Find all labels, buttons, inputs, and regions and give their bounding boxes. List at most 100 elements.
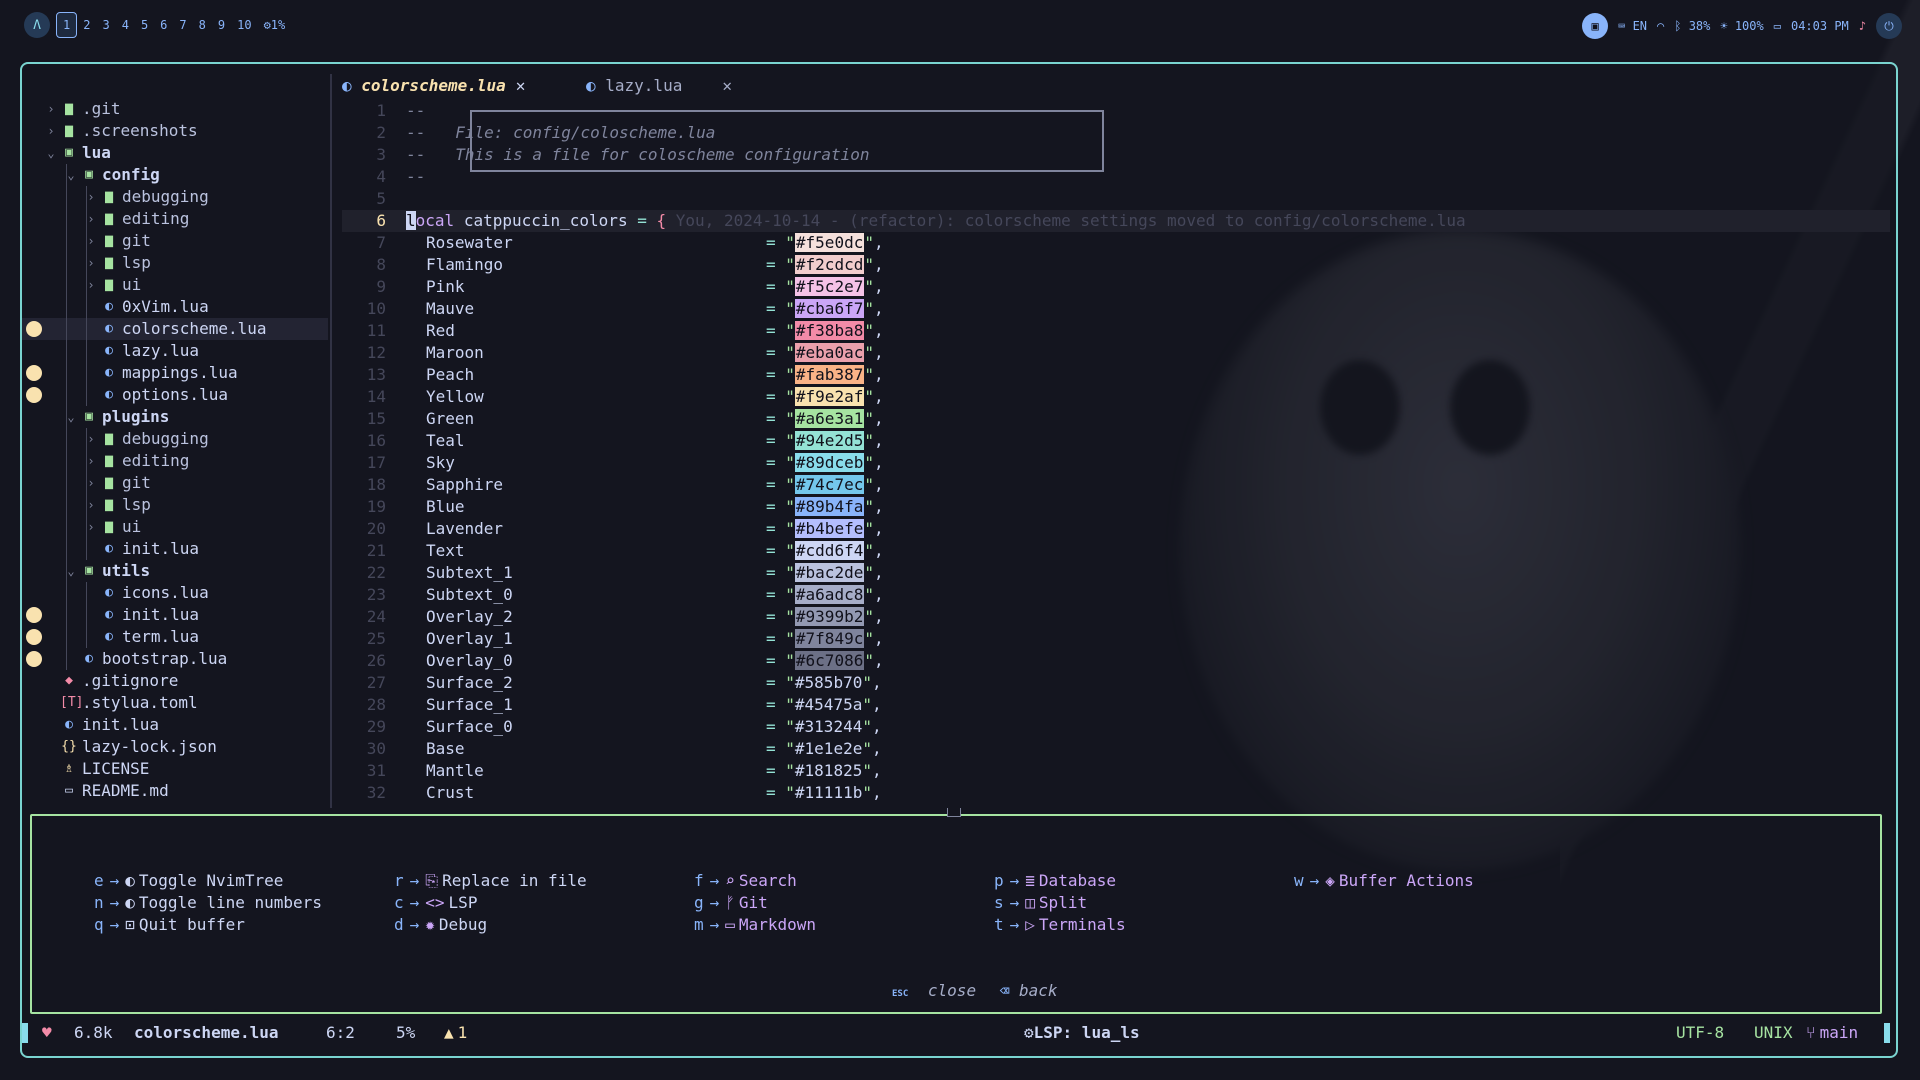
display-icon[interactable]: ▭ <box>1774 19 1781 33</box>
tab-colorscheme[interactable]: ◐ colorscheme.lua ✕ <box>342 74 525 98</box>
tree-file[interactable]: ♗ LICENSE <box>22 758 328 780</box>
tree-file[interactable]: ◐ 0xVim.lua <box>22 296 328 318</box>
which-key-item[interactable]: p → ≣ Database <box>994 870 1116 892</box>
tree-file[interactable]: ◐ options.lua <box>22 384 328 406</box>
chevron-down-icon[interactable]: ⌄ <box>64 406 78 428</box>
tree-folder[interactable]: › ▆ debugging <box>22 428 328 450</box>
tree-file[interactable]: ◐ colorscheme.lua <box>22 318 328 340</box>
tree-file[interactable]: ◐ lazy.lua <box>22 340 328 362</box>
tab-close-icon[interactable]: ✕ <box>516 76 526 95</box>
workspace-6[interactable]: 6 <box>154 13 173 37</box>
bluetooth-battery[interactable]: ᛒ 38% <box>1674 19 1710 33</box>
chevron-right-icon[interactable]: › <box>44 98 58 120</box>
which-key-item[interactable]: t → ▷ Terminals <box>994 914 1126 936</box>
tree-file[interactable]: ◐ bootstrap.lua <box>22 648 328 670</box>
tree-file[interactable]: {} lazy-lock.json <box>22 736 328 758</box>
chevron-right-icon[interactable]: › <box>44 120 58 142</box>
git-branch[interactable]: ⑂ main <box>1806 1020 1858 1046</box>
chevron-right-icon[interactable]: › <box>84 472 98 494</box>
tree-folder[interactable]: › ▆ lsp <box>22 252 328 274</box>
color-hex-value: #eba0ac <box>794 343 865 362</box>
diagnostics-warnings[interactable]: ▲ 1 <box>444 1020 467 1046</box>
which-key-item[interactable]: c → <> LSP <box>394 892 477 914</box>
chevron-down-icon[interactable]: ⌄ <box>64 164 78 186</box>
tree-folder[interactable]: › ▆ ui <box>22 274 328 296</box>
chevron-right-icon[interactable]: › <box>84 208 98 230</box>
tree-folder[interactable]: › ▆ git <box>22 472 328 494</box>
headphones-icon[interactable]: ◠ <box>1657 19 1664 33</box>
which-key-item[interactable]: r → ⎘ Replace in file <box>394 870 587 892</box>
tree-file[interactable]: ◐ init.lua <box>22 714 328 736</box>
chevron-right-icon[interactable]: › <box>84 516 98 538</box>
keyboard-layout[interactable]: ⌨ EN <box>1618 19 1647 33</box>
which-key-item[interactable]: s → ◫ Split <box>994 892 1087 914</box>
workspace-5[interactable]: 5 <box>135 13 154 37</box>
which-key-item[interactable]: f → ⌕ Search <box>694 870 797 892</box>
brightness[interactable]: ☀ 100% <box>1720 19 1763 33</box>
arrow-icon: → <box>1309 871 1320 890</box>
tree-file[interactable]: ▭ README.md <box>22 780 328 802</box>
workspace-1[interactable]: 1 <box>56 12 78 38</box>
tree-folder[interactable]: › ▆ .git <box>22 98 328 120</box>
power-icon[interactable]: ⏻ <box>1876 13 1902 39</box>
tree-folder[interactable]: ⌄ ▣ plugins <box>22 406 328 428</box>
tree-folder[interactable]: ⌄ ▣ lua <box>22 142 328 164</box>
clock[interactable]: 04:03 PM <box>1791 19 1849 33</box>
tree-folder[interactable]: › ▆ ui <box>22 516 328 538</box>
code-line: 14 Yellow = "#f9e2af", <box>366 387 884 406</box>
tree-folder[interactable]: › ▆ .screenshots <box>22 120 328 142</box>
chevron-down-icon[interactable]: ⌄ <box>44 142 58 164</box>
chevron-right-icon[interactable]: › <box>84 186 98 208</box>
tree-item-label: .git <box>82 99 121 118</box>
which-key-label: Markdown <box>738 915 816 934</box>
tree-file[interactable]: ◐ icons.lua <box>22 582 328 604</box>
which-key-item[interactable]: e → ◐ Toggle NvimTree <box>94 870 283 892</box>
workspace-10[interactable]: 10 <box>231 13 257 37</box>
chevron-down-icon[interactable]: ⌄ <box>64 560 78 582</box>
tab-lazy[interactable]: ◐ lazy.lua ✕ <box>586 74 732 98</box>
tree-file[interactable]: ◆ .gitignore <box>22 670 328 692</box>
tree-folder[interactable]: › ▆ git <box>22 230 328 252</box>
tree-folder[interactable]: › ▆ editing <box>22 450 328 472</box>
notification-bell-icon[interactable]: ♪ <box>1859 19 1866 33</box>
launcher-icon[interactable]: Λ <box>24 12 50 38</box>
chevron-right-icon[interactable]: › <box>84 494 98 516</box>
backspace-icon[interactable]: ⌫ <box>1000 981 1010 1000</box>
color-hex-value: #6c7086 <box>794 651 865 670</box>
esc-key-icon[interactable]: ESC <box>892 989 908 999</box>
color-name: Sapphire <box>426 475 504 494</box>
chevron-right-icon[interactable]: › <box>84 252 98 274</box>
tab-close-icon[interactable]: ✕ <box>722 76 732 95</box>
tree-folder[interactable]: › ▆ debugging <box>22 186 328 208</box>
tree-file[interactable]: ◐ term.lua <box>22 626 328 648</box>
app-icon[interactable]: ▣ <box>1582 13 1609 39</box>
which-key-item[interactable]: m → ▭ Markdown <box>694 914 816 936</box>
chevron-right-icon[interactable]: › <box>84 450 98 472</box>
which-key-item[interactable]: n → ◐ Toggle line numbers <box>94 892 322 914</box>
workspace-2[interactable]: 2 <box>77 13 96 37</box>
which-key-item[interactable]: d → ✹ Debug <box>394 914 487 936</box>
chevron-right-icon[interactable]: › <box>84 230 98 252</box>
which-key-item[interactable]: q → ⊡ Quit buffer <box>94 914 245 936</box>
workspace-7[interactable]: 7 <box>173 13 192 37</box>
workspace-8[interactable]: 8 <box>193 13 212 37</box>
tree-file[interactable]: [T] .stylua.toml <box>22 692 328 714</box>
workspace-9[interactable]: 9 <box>212 13 231 37</box>
tree-folder[interactable]: › ▆ editing <box>22 208 328 230</box>
workspace-4[interactable]: 4 <box>116 13 135 37</box>
tree-folder[interactable]: ⌄ ▣ utils <box>22 560 328 582</box>
tree-file[interactable]: ◐ mappings.lua <box>22 362 328 384</box>
tree-folder[interactable]: ⌄ ▣ config <box>22 164 328 186</box>
lsp-status[interactable]: ⚙LSP: lua_ls <box>1024 1020 1140 1046</box>
which-key-item[interactable]: g → ᚠ Git <box>694 892 768 914</box>
tree-file[interactable]: ◐ init.lua <box>22 538 328 560</box>
chevron-right-icon[interactable]: › <box>84 428 98 450</box>
tree-folder[interactable]: › ▆ lsp <box>22 494 328 516</box>
tree-item-label: debugging <box>122 187 209 206</box>
tree-file[interactable]: ◐ init.lua <box>22 604 328 626</box>
indent-guide <box>66 186 67 208</box>
modified-dot-icon <box>26 321 42 337</box>
chevron-right-icon[interactable]: › <box>84 274 98 296</box>
which-key-item[interactable]: w → ◈ Buffer Actions <box>1294 870 1474 892</box>
workspace-3[interactable]: 3 <box>96 13 115 37</box>
